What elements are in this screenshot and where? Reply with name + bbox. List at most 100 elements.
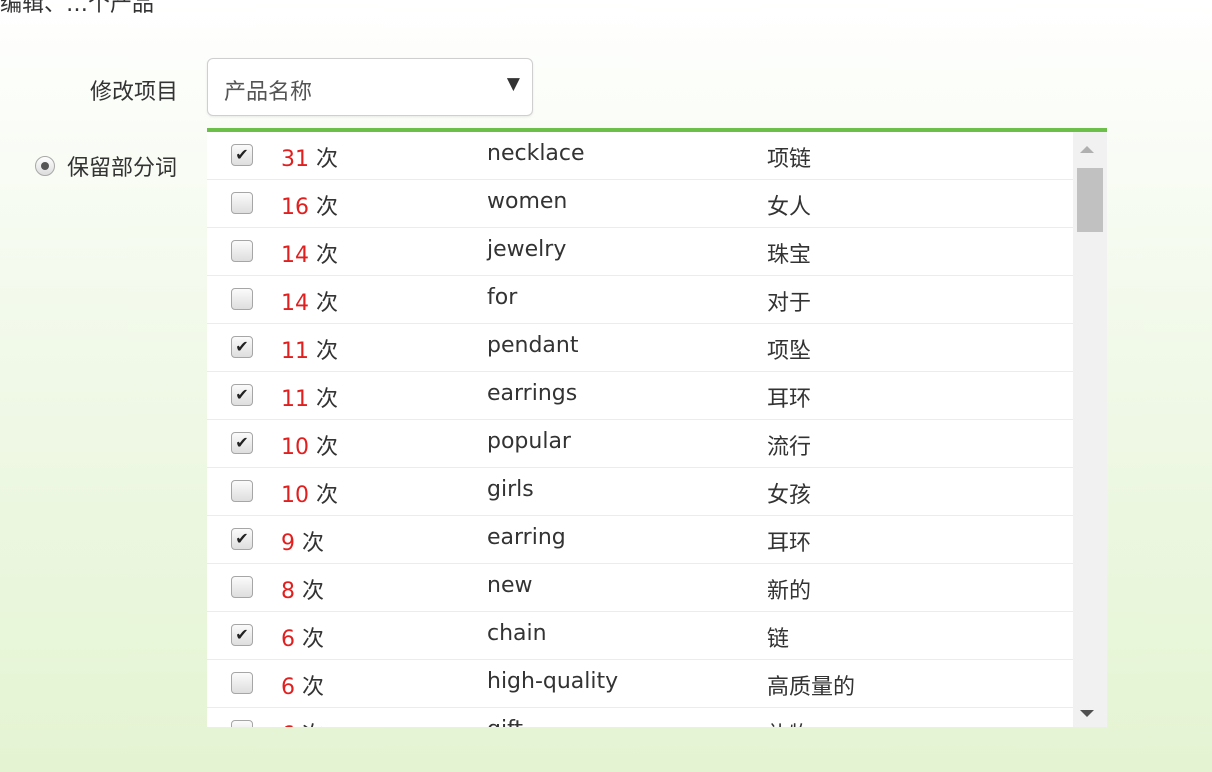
english-word: for bbox=[487, 285, 518, 310]
word-row: 6 次 gift 礼物 bbox=[207, 708, 1073, 727]
translation: 礼物 bbox=[767, 717, 811, 727]
english-word: high-quality bbox=[487, 669, 619, 694]
word-row: ✔ 9 次 earring 耳环 bbox=[207, 516, 1073, 564]
word-checkbox[interactable]: ✔ bbox=[231, 384, 253, 406]
scrollbar[interactable] bbox=[1073, 132, 1107, 727]
count-suffix: 次 bbox=[316, 483, 339, 508]
english-word: earrings bbox=[487, 381, 578, 406]
count-suffix: 次 bbox=[302, 723, 324, 727]
word-row: 16 次 women 女人 bbox=[207, 180, 1073, 228]
word-row: 8 次 new 新的 bbox=[207, 564, 1073, 612]
count-number: 11 bbox=[281, 339, 309, 364]
english-word: earring bbox=[487, 525, 566, 550]
count-suffix: 次 bbox=[316, 195, 339, 220]
count-number: 10 bbox=[281, 435, 309, 460]
word-checkbox[interactable] bbox=[231, 192, 253, 214]
word-row: ✔ 10 次 popular 流行 bbox=[207, 420, 1073, 468]
translation: 高质量的 bbox=[767, 675, 856, 700]
count-suffix: 次 bbox=[316, 291, 339, 316]
count-suffix: 次 bbox=[302, 531, 325, 556]
word-list-panel: ✔ 31 次 necklace 项链 16 次 women 女人 14 次 jewelry 珠宝 1… bbox=[207, 128, 1107, 727]
word-checkbox[interactable]: ✔ bbox=[231, 624, 253, 646]
translation: 对于 bbox=[767, 291, 812, 316]
radio-button[interactable] bbox=[35, 156, 55, 176]
english-word: chain bbox=[487, 621, 547, 646]
translation: 女人 bbox=[767, 195, 812, 220]
occurrence-count: 11 次 bbox=[281, 381, 338, 413]
occurrence-count: 8 次 bbox=[281, 573, 324, 605]
translation: 耳环 bbox=[767, 387, 812, 412]
translation: 项链 bbox=[767, 147, 812, 172]
translation: 新的 bbox=[767, 579, 812, 604]
radio-label: 保留部分词 bbox=[67, 156, 178, 181]
translation: 女孩 bbox=[767, 483, 812, 508]
english-word: gift bbox=[487, 717, 523, 727]
modify-item-select[interactable]: 产品名称 ▼ bbox=[207, 58, 533, 116]
occurrence-count: 11 次 bbox=[281, 333, 338, 365]
count-suffix: 次 bbox=[316, 147, 339, 172]
word-checkbox[interactable] bbox=[231, 240, 253, 262]
word-checkbox[interactable] bbox=[231, 288, 253, 310]
occurrence-count: 16 次 bbox=[281, 189, 338, 221]
top-text-fragment: 编辑、…个产品 bbox=[0, 0, 155, 17]
occurrence-count: 10 次 bbox=[281, 429, 338, 461]
word-list: ✔ 31 次 necklace 项链 16 次 women 女人 14 次 jewelry 珠宝 1… bbox=[207, 132, 1073, 727]
modify-item-label: 修改项目 bbox=[90, 80, 179, 105]
count-number: 14 bbox=[281, 243, 309, 268]
occurrence-count: 6 次 bbox=[281, 669, 324, 701]
scroll-up-arrow-icon[interactable] bbox=[1080, 146, 1094, 153]
occurrence-count: 14 次 bbox=[281, 285, 338, 317]
translation: 链 bbox=[767, 627, 790, 652]
occurrence-count: 6 次 bbox=[281, 717, 324, 727]
word-row: 10 次 girls 女孩 bbox=[207, 468, 1073, 516]
english-word: popular bbox=[487, 429, 571, 454]
scroll-thumb[interactable] bbox=[1077, 168, 1103, 232]
keep-partial-words-option[interactable]: 保留部分词 bbox=[35, 150, 177, 182]
word-checkbox[interactable]: ✔ bbox=[231, 144, 253, 166]
word-checkbox[interactable]: ✔ bbox=[231, 432, 253, 454]
count-number: 10 bbox=[281, 483, 309, 508]
word-checkbox[interactable]: ✔ bbox=[231, 528, 253, 550]
english-word: pendant bbox=[487, 333, 579, 358]
word-row: ✔ 6 次 chain 链 bbox=[207, 612, 1073, 660]
count-number: 6 bbox=[281, 675, 295, 700]
count-number: 31 bbox=[281, 147, 309, 172]
word-row: ✔ 31 次 necklace 项链 bbox=[207, 132, 1073, 180]
count-number: 16 bbox=[281, 195, 309, 220]
count-number: 8 bbox=[281, 579, 295, 604]
word-checkbox[interactable]: ✔ bbox=[231, 336, 253, 358]
english-word: jewelry bbox=[487, 237, 567, 262]
translation: 珠宝 bbox=[767, 243, 812, 268]
count-suffix: 次 bbox=[316, 435, 339, 460]
word-checkbox[interactable] bbox=[231, 480, 253, 502]
occurrence-count: 31 次 bbox=[281, 141, 338, 173]
count-suffix: 次 bbox=[302, 675, 325, 700]
occurrence-count: 9 次 bbox=[281, 525, 324, 557]
translation: 耳环 bbox=[767, 531, 812, 556]
english-word: necklace bbox=[487, 141, 585, 166]
count-number: 11 bbox=[281, 387, 309, 412]
word-row: 14 次 jewelry 珠宝 bbox=[207, 228, 1073, 276]
occurrence-count: 14 次 bbox=[281, 237, 338, 269]
occurrence-count: 6 次 bbox=[281, 621, 324, 653]
english-word: girls bbox=[487, 477, 534, 502]
count-suffix: 次 bbox=[302, 579, 325, 604]
translation: 流行 bbox=[767, 435, 812, 460]
word-checkbox[interactable] bbox=[231, 720, 253, 727]
chevron-down-icon: ▼ bbox=[506, 74, 520, 94]
word-row: 14 次 for 对于 bbox=[207, 276, 1073, 324]
word-checkbox[interactable] bbox=[231, 672, 253, 694]
word-row: ✔ 11 次 pendant 项坠 bbox=[207, 324, 1073, 372]
count-number: 14 bbox=[281, 291, 309, 316]
count-suffix: 次 bbox=[302, 627, 325, 652]
count-number: 9 bbox=[281, 531, 295, 556]
count-suffix: 次 bbox=[316, 339, 339, 364]
english-word: women bbox=[487, 189, 568, 214]
count-number: 6 bbox=[281, 723, 295, 727]
scroll-down-arrow-icon[interactable] bbox=[1080, 710, 1094, 717]
word-checkbox[interactable] bbox=[231, 576, 253, 598]
word-row: 6 次 high-quality 高质量的 bbox=[207, 660, 1073, 708]
select-value: 产品名称 bbox=[224, 80, 313, 105]
translation: 项坠 bbox=[767, 339, 812, 364]
count-suffix: 次 bbox=[316, 387, 339, 412]
